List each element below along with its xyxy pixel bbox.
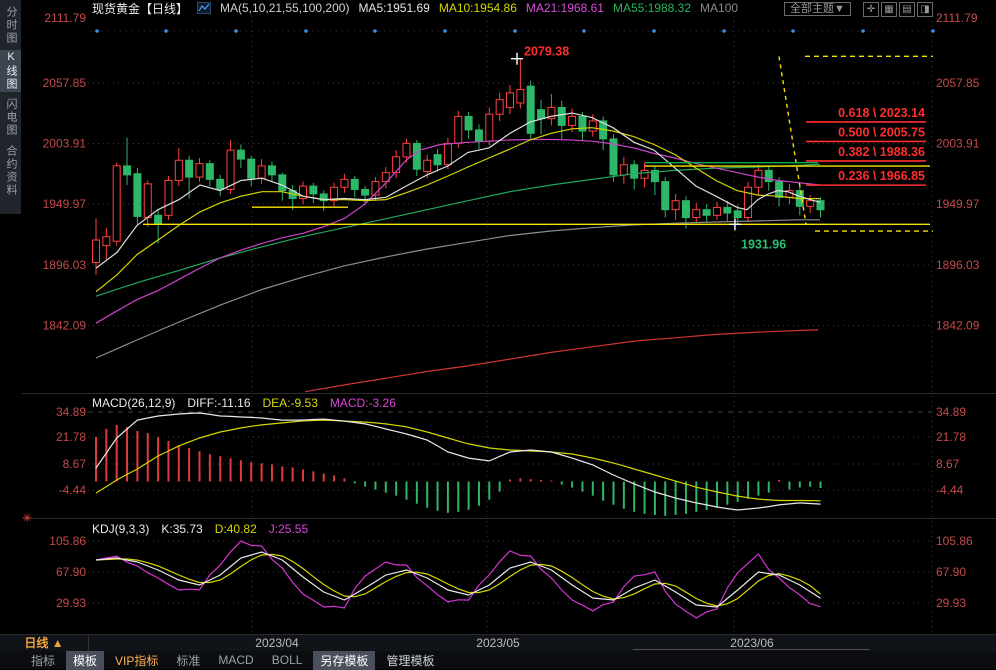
ma10-value: MA10:1954.86 (439, 1, 517, 15)
period-selector[interactable]: 日线 ▲ (0, 635, 89, 651)
svg-text:1949.97: 1949.97 (936, 197, 980, 211)
svg-text:29.93: 29.93 (56, 596, 86, 610)
annotations-layer: 0.618 \ 2023.14 0.500 \ 2005.75 0.382 \ 19… (511, 45, 926, 252)
svg-text:2111.79: 2111.79 (936, 11, 978, 25)
chart-canvas[interactable]: 0.618 \ 2023.14 0.500 \ 2005.75 0.382 \ 19… (0, 0, 996, 669)
svg-text:0.236 \ 1966.85: 0.236 \ 1966.85 (838, 169, 925, 183)
svg-text:29.93: 29.93 (936, 596, 966, 610)
grid-chart-icon[interactable]: ▦ (881, 2, 897, 17)
svg-text:1842.09: 1842.09 (936, 319, 980, 333)
ma55-value: MA55:1988.32 (613, 1, 691, 15)
macd-dea-value: DEA:-9.53 (263, 396, 318, 410)
ma-lines-layer (96, 113, 820, 392)
svg-text:-4.44: -4.44 (936, 483, 964, 497)
tab-templates[interactable]: 模板 (66, 651, 104, 670)
tab-boll[interactable]: BOLL (265, 652, 310, 668)
svg-text:67.90: 67.90 (56, 565, 86, 579)
kdj-params: KDJ(9,3,3) (92, 522, 149, 536)
kdj-indicator-label: KDJ(9,3,3) K:35.73 D:40.82 J:25.55 (92, 522, 308, 536)
indicator-settings-icon[interactable]: ✳ (22, 512, 32, 524)
svg-text:105.86: 105.86 (936, 534, 973, 548)
popout-icon[interactable]: ◨ (917, 2, 933, 17)
bottom-tab-bar: 指标 模板 VIP指标 标准 MACD BOLL 另存模板 管理模板 (0, 651, 996, 669)
svg-text:21.78: 21.78 (936, 430, 966, 444)
svg-text:0.618 \ 2023.14: 0.618 \ 2023.14 (838, 106, 925, 120)
macd-diff-value: DIFF:-11.16 (187, 396, 250, 410)
sidebar-item-lightning-chart[interactable]: 闪电图 (0, 96, 21, 138)
sidebar-item-time-chart[interactable]: 分时图 (0, 4, 21, 46)
x-axis-label-may: 2023/05 (476, 635, 519, 651)
macd-value: MACD:-3.26 (330, 396, 396, 410)
svg-text:0.382 \ 1988.36: 0.382 \ 1988.36 (838, 145, 925, 159)
svg-text:1896.03: 1896.03 (936, 258, 980, 272)
macd-params: MACD(26,12,9) (92, 396, 175, 410)
svg-text:8.67: 8.67 (63, 457, 87, 471)
tab-standard[interactable]: 标准 (169, 651, 207, 670)
legend-bar: 现货黄金【日线】 MA(5,10,21,55,100,200) MA5:1951… (92, 1, 738, 15)
svg-text:21.78: 21.78 (56, 430, 86, 444)
svg-text:1931.96: 1931.96 (741, 237, 786, 251)
kdj-layer (96, 541, 821, 618)
svg-text:34.89: 34.89 (56, 405, 86, 419)
tab-manage-templates[interactable]: 管理模板 (379, 651, 441, 670)
x-axis-label-april: 2023/04 (255, 635, 298, 651)
sidebar: 分时图 K线图 闪电图 合约资料 (0, 0, 22, 214)
svg-text:2003.91: 2003.91 (936, 137, 980, 151)
ma21-value: MA21:1968.61 (526, 1, 604, 15)
axis-chart-icon[interactable]: ▤ (899, 2, 915, 17)
period-arrow-icon: ▲ (52, 636, 64, 650)
theme-dropdown[interactable]: 全部主题▼ (784, 2, 851, 16)
kdj-k-value: K:35.73 (161, 522, 202, 536)
svg-text:2111.79: 2111.79 (44, 11, 86, 25)
svg-text:2003.91: 2003.91 (43, 137, 87, 151)
svg-text:34.89: 34.89 (936, 405, 966, 419)
macd-indicator-label: MACD(26,12,9) DIFF:-11.16 DEA:-9.53 MACD… (92, 396, 396, 410)
svg-text:2057.85: 2057.85 (43, 76, 87, 90)
svg-text:2079.38: 2079.38 (524, 45, 569, 59)
tab-save-template[interactable]: 另存模板 (313, 651, 375, 670)
svg-text:1842.09: 1842.09 (43, 319, 87, 333)
x-scrollbar[interactable] (633, 649, 870, 650)
svg-text:-4.44: -4.44 (59, 483, 87, 497)
ma5-value: MA5:1951.69 (358, 1, 429, 15)
svg-text:1896.03: 1896.03 (43, 258, 87, 272)
sidebar-item-contract-info[interactable]: 合约资料 (0, 142, 21, 200)
svg-text:2057.85: 2057.85 (936, 76, 980, 90)
tab-macd[interactable]: MACD (211, 652, 260, 668)
sidebar-item-kline-chart[interactable]: K线图 (0, 50, 21, 92)
svg-text:67.90: 67.90 (936, 565, 966, 579)
ma-params-label: MA(5,10,21,55,100,200) (220, 1, 349, 15)
svg-text:8.67: 8.67 (936, 457, 960, 471)
instrument-title: 现货黄金【日线】 (92, 0, 188, 17)
tab-vip-indicators[interactable]: VIP指标 (108, 651, 165, 670)
ma100-value: MA100 (700, 1, 738, 15)
pan-icon[interactable]: ✛ (863, 2, 879, 17)
kdj-d-value: D:40.82 (215, 522, 257, 536)
toolbar-icons: ✛ ▦ ▤ ◨ (863, 2, 933, 17)
mini-chart-icon (197, 2, 211, 14)
x-axis-bar: 日线 ▲ 2023/04 2023/05 2023/06 (0, 634, 996, 652)
tab-indicators[interactable]: 指标 (24, 651, 62, 670)
svg-text:105.86: 105.86 (49, 534, 86, 548)
trading-terminal: 0.618 \ 2023.14 0.500 \ 2005.75 0.382 \ 19… (0, 0, 996, 669)
svg-text:1949.97: 1949.97 (43, 197, 87, 211)
svg-text:0.500 \ 2005.75: 0.500 \ 2005.75 (838, 125, 925, 139)
kdj-j-value: J:25.55 (269, 522, 308, 536)
